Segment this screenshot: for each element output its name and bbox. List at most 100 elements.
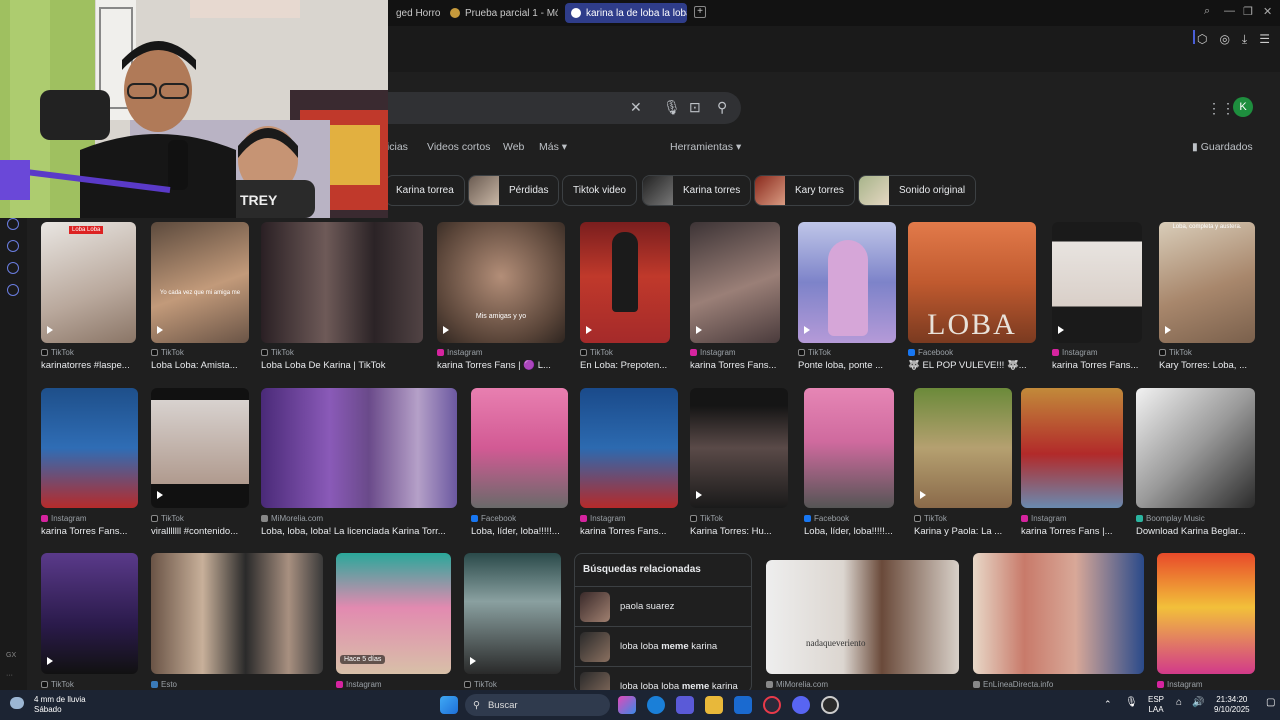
browser-tab-active[interactable]: karina la de loba la loba bbox=[565, 3, 687, 23]
settings-icon[interactable] bbox=[7, 284, 19, 296]
related-search-item[interactable]: loba loba loba meme karina bbox=[575, 666, 751, 690]
image-result[interactable]: TikTok viralllllll #contenido... bbox=[151, 388, 249, 540]
related-thumbnail bbox=[580, 671, 610, 690]
avatar-letter: K bbox=[1239, 101, 1247, 113]
result-source: TikTok bbox=[41, 348, 74, 357]
notifications-icon[interactable]: ▢ bbox=[1266, 698, 1275, 708]
related-search-item[interactable]: loba loba meme karina bbox=[575, 626, 751, 666]
browser-tab[interactable]: Prueba parcial 1 - Mód 2 bbox=[444, 3, 558, 23]
language-indicator[interactable]: ESP LAA bbox=[1148, 695, 1164, 715]
image-result[interactable]: Instagram bbox=[1157, 553, 1255, 690]
tab-more[interactable]: Más ▾ bbox=[539, 141, 567, 153]
source-label: TikTok bbox=[161, 348, 184, 357]
teams-icon[interactable] bbox=[676, 696, 694, 714]
weather-widget[interactable]: 4 mm de lluvia Sábado bbox=[10, 695, 86, 715]
download-icon[interactable]: ⤓ bbox=[1242, 32, 1247, 47]
time-badge: Hace 5 días bbox=[340, 655, 386, 664]
avatar[interactable]: K bbox=[1233, 97, 1253, 117]
maximize-icon[interactable]: ❐ bbox=[1243, 5, 1253, 18]
play-icon bbox=[47, 326, 53, 334]
edge-icon[interactable] bbox=[647, 696, 665, 714]
image-result[interactable]: Loba Loba TikTok karinatorres #laspe... bbox=[41, 222, 136, 372]
image-result[interactable]: Boomplay Music Download Karina Beglar... bbox=[1136, 388, 1255, 540]
copilot-icon[interactable] bbox=[618, 696, 636, 714]
image-result[interactable]: TikTok bbox=[464, 553, 561, 690]
image-result[interactable]: TikTok bbox=[41, 553, 138, 690]
toolbar-divider bbox=[1193, 30, 1195, 44]
search-box[interactable]: ✕ 🎙 ⊡ ⚲ bbox=[367, 92, 741, 124]
opera-gx-icon[interactable] bbox=[763, 696, 781, 714]
search-tabs-icon[interactable]: ⌕ bbox=[1204, 5, 1210, 18]
filter-chip[interactable]: Karina torres bbox=[642, 175, 752, 206]
result-source: Facebook bbox=[908, 348, 953, 357]
file-explorer-icon[interactable] bbox=[705, 696, 723, 714]
close-icon[interactable]: ✕ bbox=[1263, 5, 1272, 18]
image-result[interactable]: TikTok Ponte loba, ponte ... bbox=[798, 222, 896, 372]
image-result[interactable]: Instagram karina Torres Fans |... bbox=[1021, 388, 1123, 540]
thumbnail-caption: Yo cada vez que mi amiga me bbox=[159, 290, 241, 296]
voice-search-icon[interactable]: 🎙 bbox=[663, 99, 681, 116]
clock[interactable]: 21:34:20 9/10/2025 bbox=[1214, 695, 1250, 715]
extensions-icon[interactable]: ⬡ bbox=[1197, 32, 1207, 47]
filter-chip[interactable]: Kary torres bbox=[754, 175, 855, 206]
tiktok-icon bbox=[1159, 349, 1166, 356]
image-result[interactable]: Loba, completa y austera. TikTok Kary To… bbox=[1159, 222, 1255, 372]
outlook-icon[interactable] bbox=[734, 696, 752, 714]
tools-button[interactable]: Herramientas ▾ bbox=[670, 141, 741, 153]
taskbar-search[interactable]: ⚲ Buscar bbox=[465, 694, 610, 716]
filter-chip[interactable]: Karina torrea bbox=[385, 175, 465, 206]
clear-search-icon[interactable]: ✕ bbox=[630, 99, 642, 116]
filter-chip[interactable]: Tiktok video bbox=[562, 175, 637, 206]
clock-icon[interactable] bbox=[7, 240, 19, 252]
image-result[interactable]: Instagram karina Torres Fans... bbox=[580, 388, 678, 540]
image-result[interactable]: Facebook Loba, líder, loba!!!!!... bbox=[471, 388, 568, 540]
filter-chip[interactable]: Sonido original bbox=[858, 175, 977, 206]
image-result[interactable]: Esto bbox=[151, 553, 323, 690]
obs-icon[interactable] bbox=[821, 696, 839, 714]
search-icon[interactable]: ⚲ bbox=[717, 99, 727, 116]
network-icon[interactable]: ⌂ bbox=[1176, 698, 1182, 708]
result-thumbnail bbox=[151, 388, 249, 508]
result-thumbnail bbox=[261, 388, 457, 508]
google-apps-icon[interactable]: ⋮⋮ bbox=[1207, 100, 1235, 117]
discord-icon[interactable] bbox=[792, 696, 810, 714]
image-result[interactable]: TikTok En Loba: Prepoten... bbox=[580, 222, 670, 372]
image-result[interactable]: Mis amigas y yo Instagram karina Torres … bbox=[437, 222, 565, 372]
extensions-sidebar-icon[interactable] bbox=[7, 262, 19, 274]
windows-start-icon[interactable] bbox=[440, 696, 458, 714]
image-result[interactable]: TikTok Karina Torres: Hu... bbox=[690, 388, 788, 540]
volume-icon[interactable]: 🔊 bbox=[1192, 698, 1204, 708]
tab-short-videos[interactable]: Videos cortos bbox=[427, 141, 490, 153]
new-tab-plus-icon[interactable]: + bbox=[694, 6, 706, 18]
more-icon[interactable]: ··· bbox=[6, 672, 13, 679]
image-result[interactable]: nadaqueveriento MiMorelia.com bbox=[766, 553, 959, 690]
history-icon[interactable] bbox=[7, 218, 19, 230]
image-result[interactable]: Facebook Loba, líder, loba!!!!!... bbox=[804, 388, 894, 540]
image-result[interactable]: Yo cada vez que mi amiga me TikTok Loba … bbox=[151, 222, 249, 372]
image-result[interactable]: TikTok Loba Loba De Karina | TikTok bbox=[261, 222, 423, 372]
tab-web[interactable]: Web bbox=[503, 141, 524, 153]
image-result[interactable]: Instagram karina Torres Fans... bbox=[1052, 222, 1142, 372]
browser-tab[interactable]: ged Horro bbox=[390, 3, 444, 23]
image-result[interactable]: Instagram karina Torres Fans... bbox=[690, 222, 780, 372]
result-title: karina Torres Fans... bbox=[690, 360, 777, 371]
image-result[interactable]: TikTok Karina y Paola: La ... bbox=[914, 388, 1012, 540]
language-code: ESP bbox=[1148, 695, 1165, 704]
result-title: Download Karina Beglar... bbox=[1136, 526, 1246, 537]
result-title: Ponte loba, ponte ... bbox=[798, 360, 884, 371]
image-result[interactable]: EnLíneaDirecta.info bbox=[973, 553, 1144, 690]
show-hidden-icons-icon[interactable]: ⌃ bbox=[1104, 699, 1112, 709]
easy-setup-icon[interactable]: ☰ bbox=[1259, 32, 1270, 47]
minimize-icon[interactable]: — bbox=[1224, 5, 1235, 17]
image-result[interactable]: MiMorelia.com Loba, loba, loba! La licen… bbox=[261, 388, 457, 540]
filter-chip[interactable]: Pérdidas bbox=[468, 175, 560, 206]
image-result[interactable]: LOBA Facebook 🐺 EL POP VULEVE!!! 🐺... bbox=[908, 222, 1036, 372]
lens-search-icon[interactable]: ⊡ bbox=[689, 99, 701, 116]
snapshot-icon[interactable]: ◎ bbox=[1219, 32, 1229, 47]
saved-button[interactable]: ▮ Guardados bbox=[1192, 141, 1253, 153]
result-title: karinatorres #laspe... bbox=[41, 360, 130, 371]
image-result[interactable]: Hace 5 días Instagram bbox=[336, 553, 451, 690]
related-search-item[interactable]: paola suarez bbox=[575, 586, 751, 626]
image-result[interactable]: Instagram karina Torres Fans... bbox=[41, 388, 138, 540]
microphone-icon[interactable]: 🎙 bbox=[1125, 698, 1138, 708]
